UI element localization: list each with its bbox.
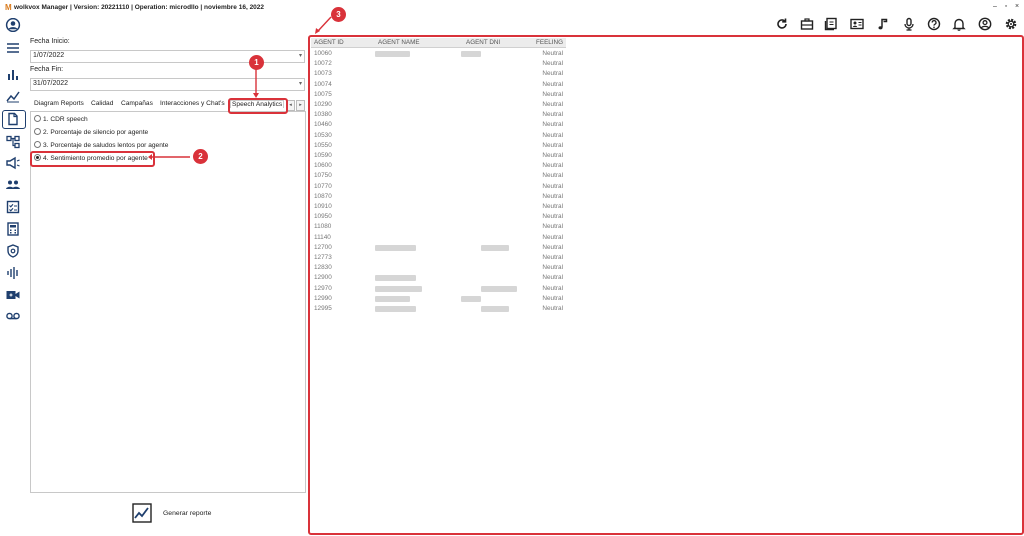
callout-arrows xyxy=(148,16,332,160)
callout-badge-3: 3 xyxy=(331,7,346,22)
callout-badge-2: 2 xyxy=(193,149,208,164)
callout-badge-1: 1 xyxy=(249,55,264,70)
